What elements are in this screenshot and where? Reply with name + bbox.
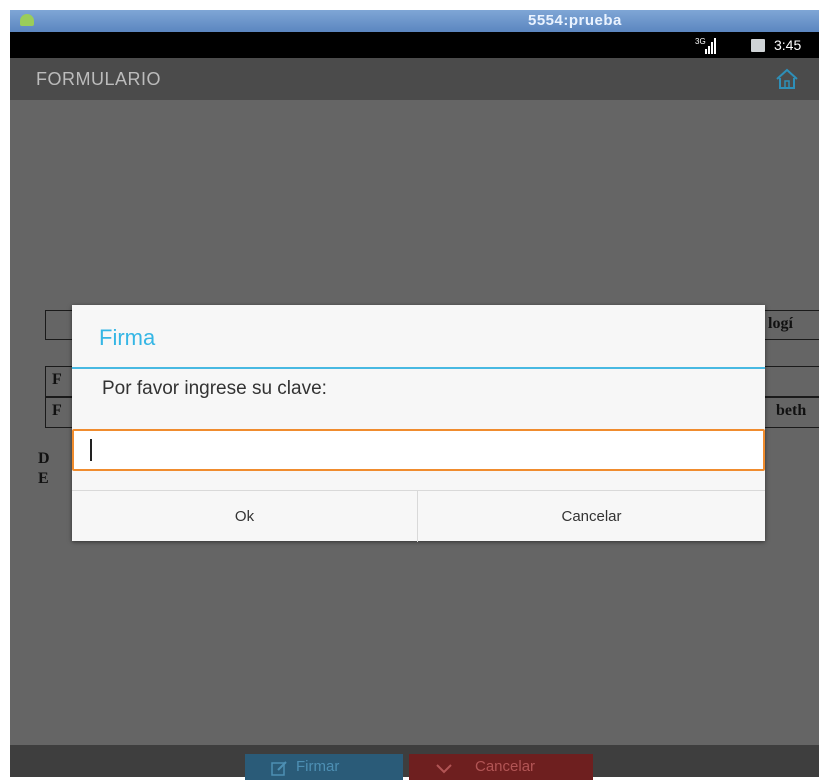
emulator-title-bar: 5554:prueba bbox=[10, 10, 819, 32]
dialog-message: Por favor ingrese su clave: bbox=[102, 378, 327, 399]
battery-icon bbox=[751, 39, 765, 52]
signature-dialog: Firma Por favor ingrese su clave: Ok Can… bbox=[72, 305, 765, 542]
form-header-text: logí bbox=[768, 315, 793, 332]
signal-icon: 3G bbox=[695, 35, 717, 55]
form-row-label: F bbox=[52, 402, 62, 419]
cancelar-button[interactable]: Cancelar bbox=[409, 754, 593, 780]
action-bar: FORMULARIO bbox=[10, 58, 819, 100]
firmar-label: Firmar bbox=[296, 758, 340, 775]
status-bar: 3G 3:45 bbox=[10, 32, 819, 58]
form-text-line: D bbox=[38, 450, 50, 467]
network-type: 3G bbox=[695, 37, 706, 46]
cancelar-label: Cancelar bbox=[475, 758, 536, 775]
check-icon bbox=[436, 764, 452, 774]
android-icon bbox=[20, 14, 34, 26]
edit-icon bbox=[271, 761, 287, 776]
cancel-button[interactable]: Cancelar bbox=[418, 491, 765, 542]
status-time: 3:45 bbox=[774, 37, 802, 53]
dialog-title: Firma bbox=[99, 325, 156, 350]
form-row-value: beth bbox=[776, 402, 807, 419]
dialog-divider bbox=[72, 367, 765, 369]
form-text-line: E bbox=[38, 470, 49, 487]
text-caret bbox=[90, 439, 92, 461]
dialog-buttons: Ok Cancelar bbox=[72, 490, 765, 542]
emulator-title: 5554:prueba bbox=[528, 12, 622, 29]
page-title: FORMULARIO bbox=[36, 69, 162, 89]
bottom-bar: Firmar Cancelar bbox=[10, 745, 819, 780]
password-input[interactable] bbox=[72, 429, 765, 471]
firmar-button[interactable]: Firmar bbox=[245, 754, 403, 780]
ok-button[interactable]: Ok bbox=[72, 491, 417, 542]
form-row-label: F bbox=[52, 371, 62, 388]
home-icon[interactable] bbox=[774, 67, 800, 91]
